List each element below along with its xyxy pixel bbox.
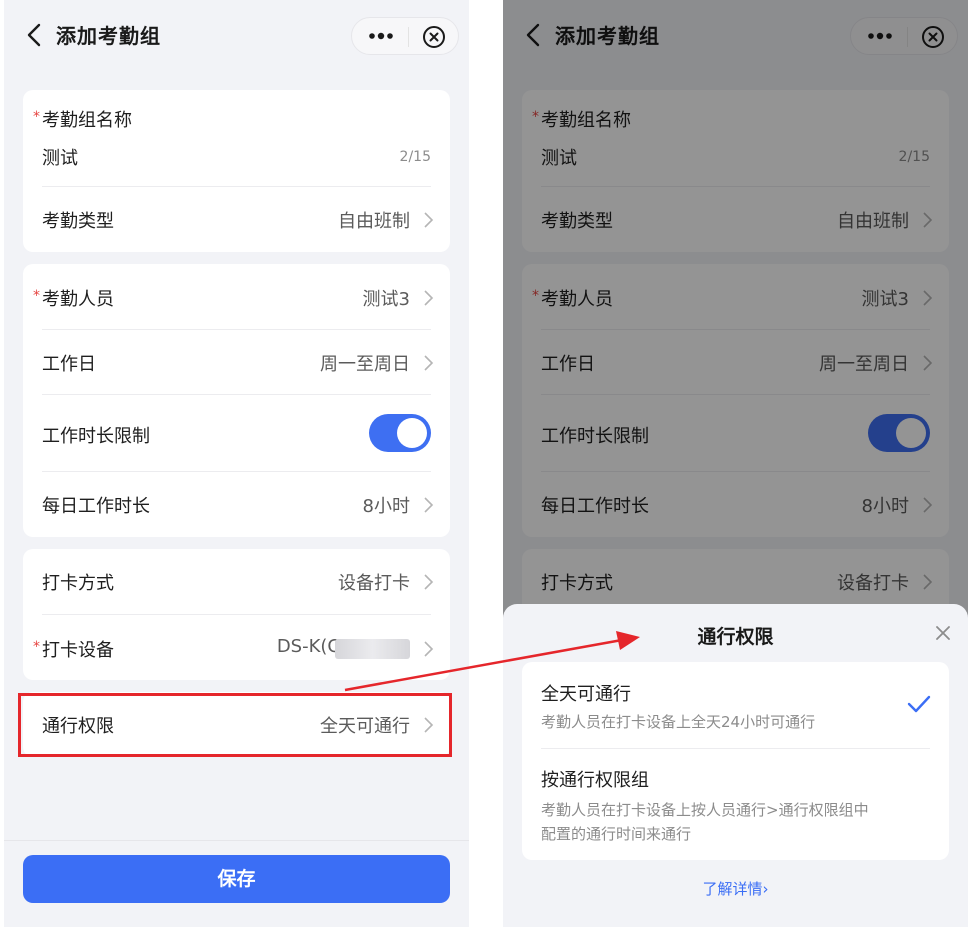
group-info-card: * 考勤组名称 测试 2/15 考勤类型 自由班制 xyxy=(23,90,450,252)
option-all-day[interactable]: 全天可通行 考勤人员在打卡设备上全天24小时可通行 xyxy=(522,662,949,748)
attendance-type-value: 自由班制 xyxy=(338,211,410,232)
workday-label: 工作日 xyxy=(42,354,96,375)
sheet-title: 通行权限 xyxy=(697,626,774,648)
save-button[interactable]: 保存 xyxy=(23,855,450,903)
people-row[interactable]: * 考勤人员 测试3 xyxy=(23,264,450,330)
toggle-knob xyxy=(397,418,427,448)
right-screen: 添加考勤组 * 考勤组名称 测试 2/15 考勤类型 自由班制 * 考勤人员 测… xyxy=(503,0,968,927)
left-screen: 添加考勤组 * 考勤组名称 测试 2/15 考勤类型 自由班制 * 考勤人员 测… xyxy=(4,0,469,927)
close-icon[interactable] xyxy=(934,624,952,642)
redacted-text xyxy=(335,639,410,659)
chevron-right-icon xyxy=(424,290,434,306)
option-desc: 考勤人员在打卡设备上按人员通行>通行权限组中配置的通行时间来通行 xyxy=(541,801,869,843)
work-hour-limit-toggle[interactable] xyxy=(369,414,431,452)
close-circle-icon[interactable] xyxy=(422,25,446,49)
bottom-bar: 保存 xyxy=(4,840,469,927)
daily-hours-label: 每日工作时长 xyxy=(42,496,150,517)
work-hour-limit-label: 工作时长限制 xyxy=(42,426,150,447)
group-name-label: 考勤组名称 xyxy=(42,110,132,131)
capsule-divider xyxy=(408,27,409,47)
required-mark: * xyxy=(33,288,40,304)
more-dots-icon[interactable] xyxy=(366,28,396,44)
chevron-right-icon xyxy=(424,497,434,513)
attendance-type-label: 考勤类型 xyxy=(42,211,114,232)
option-desc: 考勤人员在打卡设备上全天24小时可通行 xyxy=(541,713,816,731)
daily-hours-value: 8小时 xyxy=(362,496,410,517)
required-mark: * xyxy=(33,109,40,125)
clock-device-row[interactable]: * 打卡设备 DS-K(C xyxy=(23,615,450,680)
clock-method-row[interactable]: 打卡方式 设备打卡 xyxy=(23,549,450,615)
clock-device-value: DS-K(C xyxy=(276,636,340,657)
access-permission-sheet: 通行权限 全天可通行 考勤人员在打卡设备上全天24小时可通行 按通行权限组 考勤… xyxy=(503,604,968,927)
chevron-right-icon xyxy=(424,641,434,657)
page-title: 添加考勤组 xyxy=(56,24,161,48)
chevron-right-icon xyxy=(424,212,434,228)
people-value: 测试3 xyxy=(362,289,410,310)
daily-hours-row[interactable]: 每日工作时长 8小时 xyxy=(23,472,450,537)
chevron-right-icon xyxy=(424,574,434,590)
group-name-row[interactable]: * 考勤组名称 测试 2/15 xyxy=(23,90,450,187)
group-name-input[interactable]: 测试 xyxy=(42,144,78,170)
option-by-group[interactable]: 按通行权限组 考勤人员在打卡设备上按人员通行>通行权限组中配置的通行时间来通行 xyxy=(522,749,949,860)
required-mark: * xyxy=(33,639,40,655)
clock-in-card: 打卡方式 设备打卡 * 打卡设备 DS-K(C xyxy=(23,549,450,680)
option-title: 按通行权限组 xyxy=(541,770,649,791)
workday-value: 周一至周日 xyxy=(320,354,410,375)
checkmark-icon xyxy=(907,695,931,713)
annotation-highlight-box xyxy=(18,693,452,757)
back-arrow-icon[interactable] xyxy=(22,22,48,48)
attendance-type-row[interactable]: 考勤类型 自由班制 xyxy=(23,187,450,252)
clock-method-label: 打卡方式 xyxy=(42,573,114,594)
clock-device-label: 打卡设备 xyxy=(42,640,114,661)
char-counter: 2/15 xyxy=(399,149,431,165)
chevron-right-icon xyxy=(424,355,434,371)
people-label: 考勤人员 xyxy=(42,289,114,310)
mini-program-capsule xyxy=(351,17,459,55)
nav-header: 添加考勤组 xyxy=(4,0,469,72)
option-title: 全天可通行 xyxy=(541,684,631,705)
clock-method-value: 设备打卡 xyxy=(338,573,410,594)
learn-more-link[interactable]: 了解详情› xyxy=(503,878,968,899)
options-card: 全天可通行 考勤人员在打卡设备上全天24小时可通行 按通行权限组 考勤人员在打卡… xyxy=(522,662,949,860)
workday-row[interactable]: 工作日 周一至周日 xyxy=(23,330,450,395)
work-hour-limit-row: 工作时长限制 xyxy=(23,395,450,472)
people-card: * 考勤人员 测试3 工作日 周一至周日 工作时长限制 每日工作时长 8小时 xyxy=(23,264,450,537)
